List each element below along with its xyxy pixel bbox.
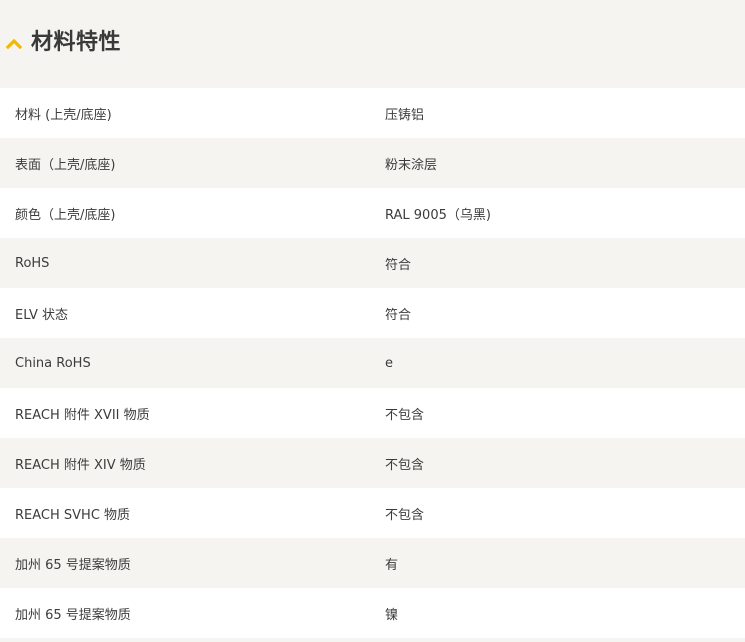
spec-value: RAL 9005（乌黑) (385, 207, 491, 223)
table-row: 颜色（上壳/底座) RAL 9005（乌黑) (0, 188, 745, 238)
table-row: REACH 附件 XIV 物质 不包含 (0, 438, 745, 488)
spec-name: 材料 (上壳/底座) (15, 107, 112, 123)
spec-value: 镍 (385, 607, 399, 623)
spec-value: 符合 (385, 257, 412, 273)
chevron-up-icon[interactable] (6, 36, 22, 50)
table-row: REACH SVHC 物质 不包含 (0, 488, 745, 538)
spec-name: REACH 附件 XIV 物质 (15, 457, 146, 473)
spec-name: 表面（上壳/底座) (15, 157, 116, 173)
spec-value: 压铸铝 (385, 107, 425, 123)
table-row: 加州 65 号提案物质 镍 (0, 588, 745, 638)
section-header-material-properties[interactable]: 材料特性 (0, 0, 745, 88)
spec-name: China RoHS (15, 355, 91, 371)
spec-value: e (385, 355, 393, 371)
table-row: 材料 (上壳/底座) 压铸铝 (0, 88, 745, 138)
spec-name: 颜色（上壳/底座) (15, 207, 116, 223)
spec-value: 不包含 (385, 457, 425, 473)
table-row: China RoHS e (0, 338, 745, 388)
spec-value: 有 (385, 557, 399, 573)
spec-value: 符合 (385, 307, 412, 323)
spec-name: REACH SVHC 物质 (15, 507, 131, 523)
section-title: 材料特性 (31, 30, 122, 55)
table-row: 加州 65 号提案物质 有 (0, 538, 745, 588)
spec-value: 粉末涂层 (385, 157, 438, 173)
spec-value: 不包含 (385, 407, 425, 423)
spec-name: 加州 65 号提案物质 (15, 557, 131, 573)
spec-table: 材料 (上壳/底座) 压铸铝 表面（上壳/底座) 粉末涂层 颜色（上壳/底座) … (0, 88, 745, 638)
table-row: REACH 附件 XVII 物质 不包含 (0, 388, 745, 438)
table-row: RoHS 符合 (0, 238, 745, 288)
spec-name: 加州 65 号提案物质 (15, 607, 131, 623)
spec-name: REACH 附件 XVII 物质 (15, 407, 150, 423)
spec-name: RoHS (15, 255, 50, 271)
spec-name: ELV 状态 (15, 307, 69, 323)
spec-value: 不包含 (385, 507, 425, 523)
table-row: ELV 状态 符合 (0, 288, 745, 338)
table-row: 表面（上壳/底座) 粉末涂层 (0, 138, 745, 188)
